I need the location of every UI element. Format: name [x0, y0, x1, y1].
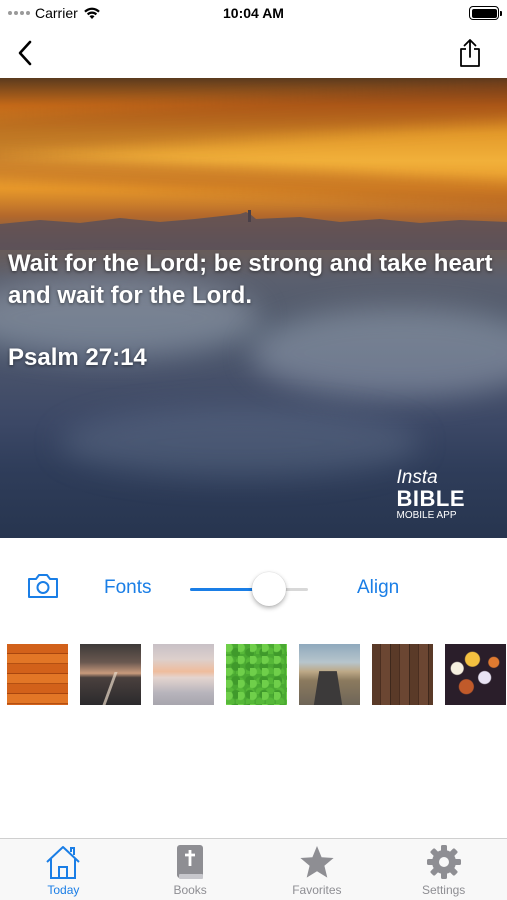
tab-today[interactable]: Today — [0, 839, 127, 900]
verse-image: Wait for the Lord; be strong and take he… — [0, 78, 507, 538]
watermark-line-1: Insta — [396, 467, 438, 488]
background-thumbnail-desert-road[interactable] — [299, 644, 360, 705]
watermark-line-3: MOBILE APP — [396, 510, 457, 521]
share-button[interactable] — [455, 36, 485, 70]
align-button[interactable]: Align — [357, 577, 399, 599]
status-bar: Carrier 10:04 AM — [0, 0, 507, 28]
tab-bar: Today Books Favorites Settings — [0, 838, 507, 900]
gear-icon — [423, 843, 465, 881]
slider-thumb[interactable] — [252, 572, 287, 606]
background-thumbnail-green-grass[interactable] — [226, 644, 287, 705]
mountain-silhouette — [0, 210, 507, 250]
background-thumbnail-dark-wood[interactable] — [372, 644, 433, 705]
tab-books-label: Books — [173, 883, 207, 897]
camera-button[interactable] — [26, 572, 62, 602]
verse-text: Wait for the Lord; be strong and take he… — [8, 250, 493, 309]
battery-icon — [469, 6, 502, 20]
watermark-line-2: BIBLE — [396, 486, 465, 511]
tab-settings[interactable]: Settings — [380, 839, 507, 900]
background-thumbnail-orange-wood[interactable] — [7, 644, 68, 705]
background-thumbnail-dusk-road[interactable] — [80, 644, 141, 705]
background-thumbnail-sunset-haze[interactable] — [153, 644, 214, 705]
background-picker — [7, 644, 507, 706]
share-icon — [460, 39, 480, 67]
bible-icon — [169, 843, 211, 881]
background-thumbnail-bokeh-lights[interactable] — [445, 644, 506, 705]
tab-today-label: Today — [47, 883, 80, 897]
back-button[interactable] — [10, 36, 40, 70]
tab-settings-label: Settings — [421, 883, 466, 897]
chevron-left-icon — [18, 40, 32, 66]
text-size-slider[interactable] — [190, 572, 308, 606]
fonts-button[interactable]: Fonts — [104, 577, 152, 599]
tab-books[interactable]: Books — [127, 839, 254, 900]
nav-bar — [0, 28, 507, 78]
editor-controls: Fonts Align — [0, 560, 507, 620]
tab-favorites-label: Favorites — [292, 883, 342, 897]
screen: Carrier 10:04 AM Wait for the Lord; be s… — [0, 0, 507, 900]
camera-icon — [28, 574, 58, 598]
home-icon — [42, 843, 84, 881]
tab-favorites[interactable]: Favorites — [254, 839, 381, 900]
verse-reference: Psalm 27:14 — [8, 344, 147, 371]
star-icon — [296, 843, 338, 881]
status-time: 10:04 AM — [223, 5, 284, 21]
app-watermark-logo: Insta BIBLE MOBILE APP — [397, 468, 466, 522]
